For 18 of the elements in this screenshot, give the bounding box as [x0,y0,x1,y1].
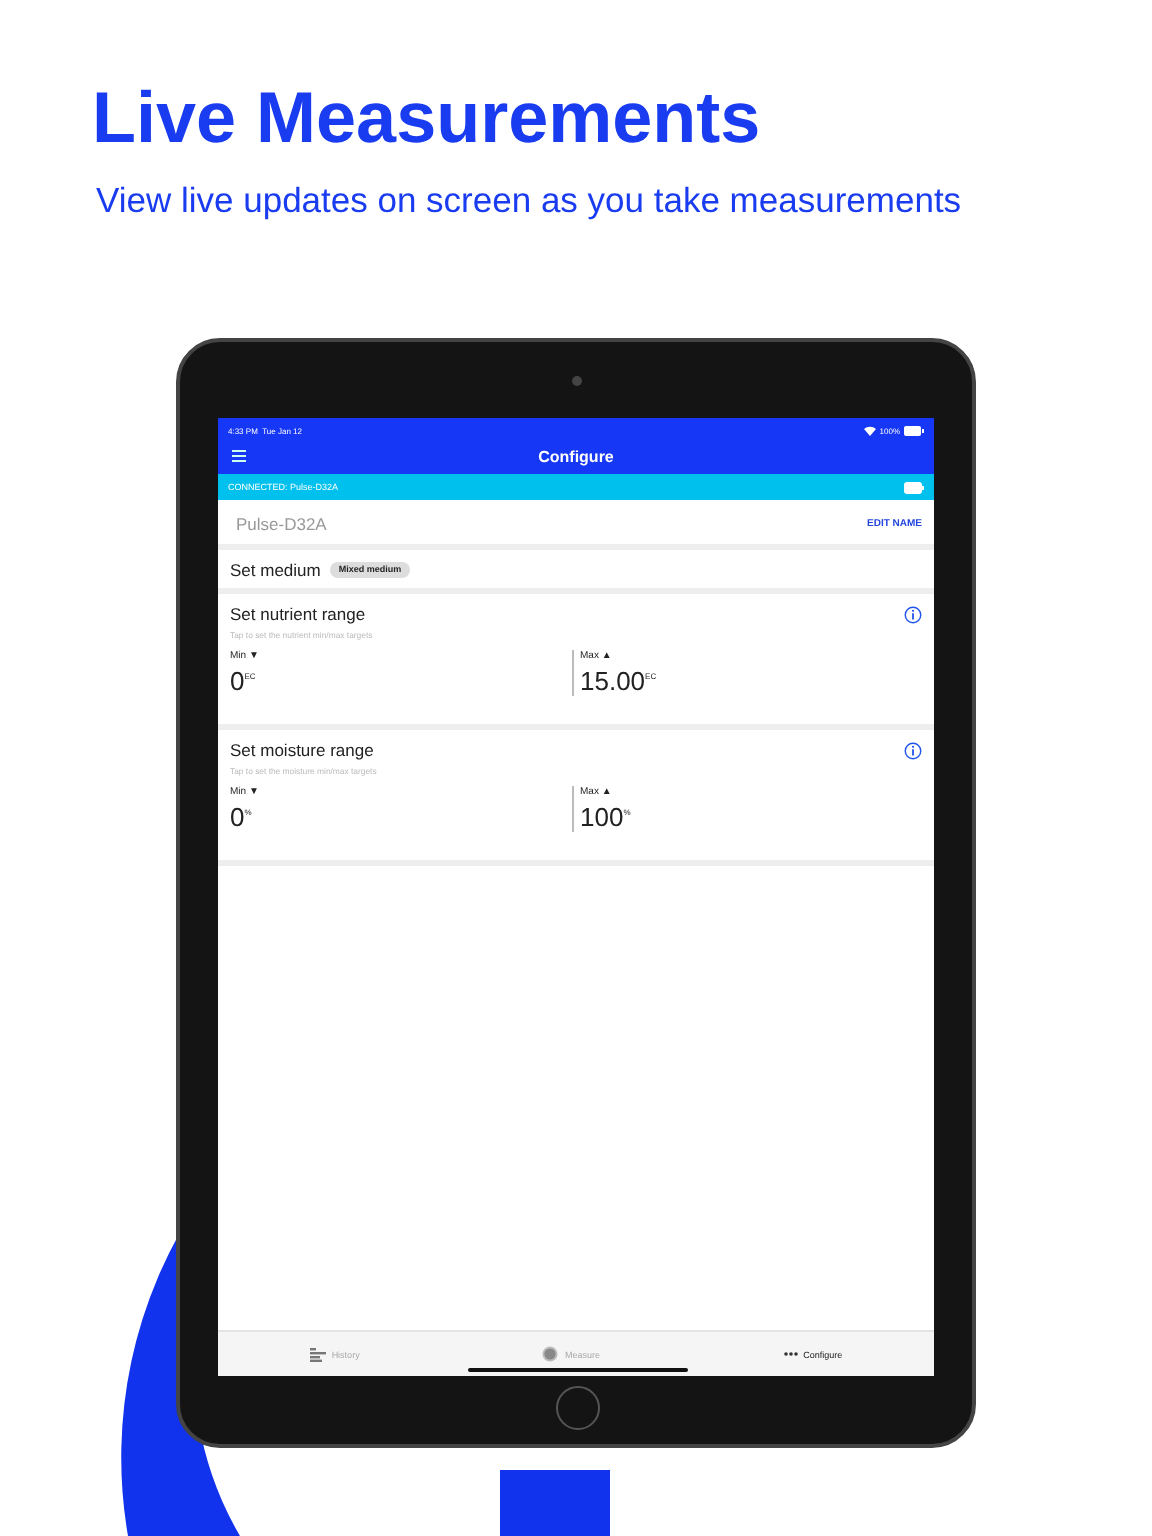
range-title: Set moisture range [230,740,374,760]
battery-icon [904,481,924,493]
nav-title: Configure [538,447,614,465]
range-title: Set nutrient range [230,604,366,624]
headline: Live Measurements [92,76,761,160]
home-button[interactable] [556,1386,600,1430]
ring-segment [500,1470,610,1536]
medium-label: Set medium [230,559,321,579]
info-icon[interactable] [904,741,922,759]
info-icon[interactable] [904,605,922,623]
history-icon [309,1347,326,1361]
measure-icon [542,1346,559,1362]
device-name: Pulse-D32A [234,513,327,533]
battery-icon [904,425,924,435]
subtitle: View live updates on screen as you take measurements [96,180,962,222]
menu-icon[interactable] [232,450,246,462]
wifi-icon [863,425,876,435]
camera-icon [572,376,582,386]
